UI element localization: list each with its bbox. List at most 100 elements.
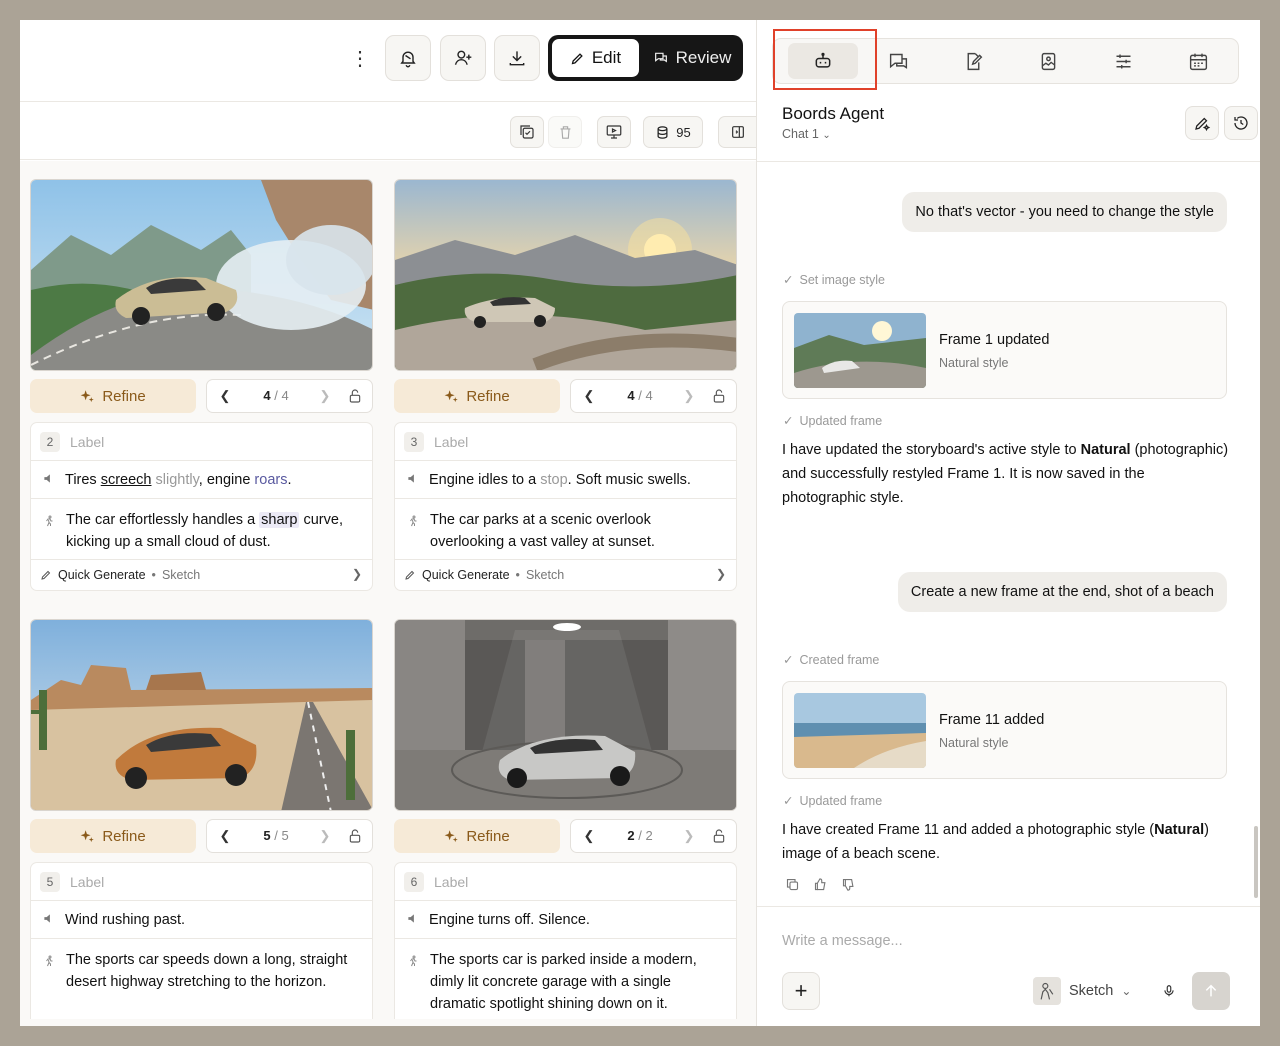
review-mode-button[interactable]: Review xyxy=(644,39,740,77)
assistant-message: I have updated the storyboard's active s… xyxy=(782,438,1232,510)
frame-result-title: Frame 11 added xyxy=(939,712,1045,728)
refine-button[interactable]: Refine xyxy=(30,379,196,413)
unlock-icon[interactable] xyxy=(709,826,729,846)
mode-switch: Edit Review xyxy=(548,35,743,81)
send-button[interactable] xyxy=(1192,972,1230,1010)
chevron-left-icon[interactable]: ❮ xyxy=(579,826,599,846)
frame-image[interactable] xyxy=(394,619,737,811)
delete-button[interactable] xyxy=(548,116,582,148)
thumbs-up-icon[interactable] xyxy=(813,877,828,897)
tool-status-text: Updated frame xyxy=(799,793,883,808)
chat-scrollbar[interactable] xyxy=(1254,826,1258,898)
notifications-button[interactable] xyxy=(385,35,431,81)
sound-text: Wind rushing past. xyxy=(65,911,186,928)
secondary-toolbar: 95 xyxy=(20,102,756,160)
chevron-left-icon[interactable]: ❮ xyxy=(215,386,235,406)
frame-result-card[interactable]: Frame 11 added Natural style xyxy=(782,681,1227,779)
sound-row[interactable]: Tires screech slightly, engine roars. xyxy=(31,461,372,499)
sound-part: stop xyxy=(540,471,568,488)
unlock-icon[interactable] xyxy=(345,826,365,846)
message-part: Natural xyxy=(1154,822,1205,838)
refine-label: Refine xyxy=(102,387,146,405)
chevron-right-icon[interactable]: ❯ xyxy=(679,826,699,846)
page-current: 4 xyxy=(627,388,635,403)
sound-text: Engine turns off. Silence. xyxy=(429,911,590,928)
sound-row[interactable]: Wind rushing past. xyxy=(31,901,372,939)
chevron-right-icon[interactable]: ❯ xyxy=(315,826,335,846)
check-icon: ✓ xyxy=(783,273,794,287)
page-total: 4 xyxy=(281,388,289,403)
chevron-left-icon[interactable]: ❮ xyxy=(215,826,235,846)
select-frames-button[interactable] xyxy=(510,116,544,148)
frame-image[interactable] xyxy=(394,179,737,371)
page-total: 5 xyxy=(281,828,289,843)
new-chat-button[interactable] xyxy=(1185,106,1219,140)
speaker-icon xyxy=(43,472,54,488)
copy-icon[interactable] xyxy=(785,877,800,897)
sound-row[interactable]: Engine turns off. Silence. xyxy=(395,901,736,939)
present-button[interactable] xyxy=(597,116,631,148)
chevron-left-icon[interactable]: ❮ xyxy=(579,386,599,406)
frame-result-title: Frame 1 updated xyxy=(939,332,1050,348)
generate-mode: Quick Generate xyxy=(422,568,510,582)
more-menu-icon[interactable]: ⋮ xyxy=(350,46,370,70)
style-dot: • xyxy=(151,568,156,582)
sparkle-icon xyxy=(80,829,95,842)
page-indicator: 4 / 4 xyxy=(605,388,675,403)
frame-label-row[interactable]: 3 Label xyxy=(395,423,736,461)
comments-icon xyxy=(889,53,907,69)
style-selector-label: Sketch xyxy=(1069,983,1114,999)
credits-button[interactable]: 95 xyxy=(643,116,703,148)
frame-label-row[interactable]: 6 Label xyxy=(395,863,736,901)
add-user-button[interactable] xyxy=(440,35,486,81)
frame-image[interactable] xyxy=(30,619,373,811)
chevron-right-icon[interactable]: ❯ xyxy=(679,386,699,406)
frame-label-row[interactable]: 5 Label xyxy=(31,863,372,901)
refine-button[interactable]: Refine xyxy=(394,379,560,413)
style-selector[interactable]: Sketch ⌄ xyxy=(1033,976,1131,1006)
select-icon xyxy=(520,125,534,139)
action-row[interactable]: The car parks at a scenic overlook overl… xyxy=(395,499,736,560)
chevron-down-icon: ⌄ xyxy=(822,130,831,141)
frame-number: 6 xyxy=(404,871,424,892)
refine-button[interactable]: Refine xyxy=(394,819,560,853)
toggle-panel-button[interactable] xyxy=(718,116,756,148)
generate-row[interactable]: Quick Generate • Sketch ❯ xyxy=(395,560,736,590)
image-pager: ❮ 4 / 4 ❯ xyxy=(206,379,373,413)
tab-images[interactable] xyxy=(1013,43,1083,79)
sound-row[interactable]: Engine idles to a stop. Soft music swell… xyxy=(395,461,736,499)
tool-status-text: Updated frame xyxy=(799,413,883,428)
action-row[interactable]: The sports car is parked inside a modern… xyxy=(395,939,736,1019)
tab-script[interactable] xyxy=(938,43,1008,79)
action-row[interactable]: The car effortlessly handles a sharp cur… xyxy=(31,499,372,560)
chevron-right-icon[interactable]: ❯ xyxy=(315,386,335,406)
message-input[interactable]: Write a message... xyxy=(782,933,903,949)
unlock-icon[interactable] xyxy=(345,386,365,406)
sound-part: Tires xyxy=(65,471,101,488)
chevron-down-icon: ⌄ xyxy=(1121,984,1132,998)
edit-mode-button[interactable]: Edit xyxy=(552,39,639,77)
panel-toggle-icon xyxy=(731,126,744,138)
unlock-icon[interactable] xyxy=(709,386,729,406)
action-row[interactable]: The sports car speeds down a long, strai… xyxy=(31,939,372,1019)
agent-title: Boords Agent xyxy=(782,104,885,123)
frame-controls: Refine ❮ 2 / 2 ❯ xyxy=(394,819,737,853)
chat-selector[interactable]: Chat 1 ⌄ xyxy=(782,127,831,141)
refine-button[interactable]: Refine xyxy=(30,819,196,853)
frame-details: 3 Label Engine idles to a stop. Soft musi… xyxy=(394,422,737,591)
attach-button[interactable]: + xyxy=(782,972,820,1010)
frame-image[interactable] xyxy=(30,179,373,371)
generate-row[interactable]: Quick Generate • Sketch ❯ xyxy=(31,560,372,590)
history-button[interactable] xyxy=(1224,106,1258,140)
frame-label-row[interactable]: 2 Label xyxy=(31,423,372,461)
page-indicator: 4 / 4 xyxy=(241,388,311,403)
thumbs-down-icon[interactable] xyxy=(841,877,856,897)
frame-result-card[interactable]: Frame 1 updated Natural style xyxy=(782,301,1227,399)
microphone-icon[interactable] xyxy=(1159,979,1179,1003)
download-button[interactable] xyxy=(494,35,540,81)
frame-number: 2 xyxy=(40,431,60,452)
tab-settings[interactable] xyxy=(1088,43,1158,79)
sparkle-icon xyxy=(80,389,95,402)
tab-calendar[interactable] xyxy=(1163,43,1233,79)
user-message: No that's vector - you need to change th… xyxy=(902,192,1227,232)
